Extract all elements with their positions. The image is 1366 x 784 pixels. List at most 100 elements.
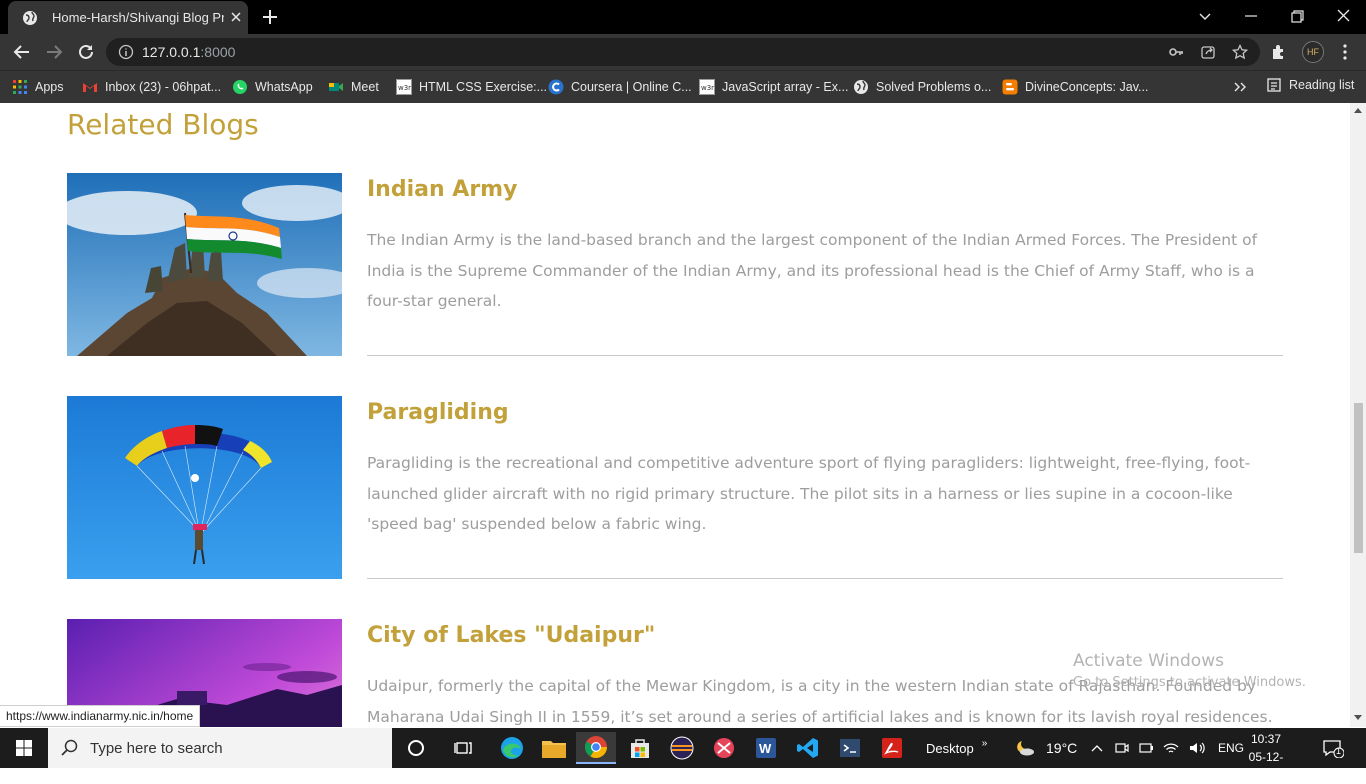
system-tray: ENG (1090, 728, 1244, 768)
post-title[interactable]: Paragliding (367, 400, 509, 425)
bookmark-label: DivineConcepts: Jav... (1025, 80, 1149, 94)
bookmark-divineconcepts[interactable]: DivineConcepts: Jav... (1002, 77, 1148, 97)
activate-windows-watermark: Activate Windows Go to Settings to activ… (1073, 651, 1306, 690)
address-bar[interactable]: 127.0.0.1:8000 (106, 38, 1260, 66)
forward-icon[interactable] (44, 42, 64, 62)
cortana-button[interactable] (396, 732, 436, 764)
vscode-app[interactable] (788, 732, 828, 764)
volume-icon[interactable] (1188, 740, 1206, 756)
word-app[interactable]: W (746, 732, 786, 764)
close-icon[interactable] (228, 9, 244, 25)
bookmark-label: WhatsApp (255, 80, 313, 94)
tab-search-icon[interactable] (1194, 6, 1216, 26)
scroll-down-icon[interactable] (1354, 715, 1362, 721)
task-view-icon (454, 742, 472, 754)
bookmarks-bar: Apps Inbox (23) - 06hpat... WhatsApp Mee… (0, 70, 1366, 103)
taskbar-search-box[interactable]: Type here to search (48, 728, 392, 768)
info-icon[interactable] (118, 44, 134, 60)
w3resource-icon: w3r (396, 79, 412, 95)
weather-temp: 19°C (1046, 740, 1078, 756)
whatsapp-icon (233, 80, 247, 94)
post-title[interactable]: Indian Army (367, 177, 517, 202)
chrome-icon (585, 736, 607, 758)
star-icon[interactable] (1232, 44, 1248, 60)
restore-icon[interactable] (1286, 6, 1308, 26)
vscode-icon (797, 738, 818, 758)
share-icon[interactable] (1200, 44, 1216, 60)
bookmark-meet[interactable]: Meet (328, 77, 379, 97)
scrollbar-thumb[interactable] (1354, 403, 1363, 553)
globe-icon (854, 80, 868, 94)
watermark-subtext: Go to Settings to activate Windows. (1073, 675, 1306, 690)
bookmark-label: HTML CSS Exercise:... (419, 80, 548, 94)
desktop-toolbar[interactable]: Desktop » (926, 728, 987, 768)
reload-icon[interactable] (76, 42, 96, 62)
weather-widget[interactable]: 19°C (1014, 728, 1077, 768)
snipping-tool-app[interactable] (704, 732, 744, 764)
apps-grid-icon (13, 80, 27, 94)
browser-tab[interactable]: Home-Harsh/Shivangi Blog Proje (8, 1, 248, 34)
globe-icon (23, 11, 37, 25)
tab-title: Home-Harsh/Shivangi Blog Proje (52, 10, 224, 25)
bookmark-html-css[interactable]: w3r HTML CSS Exercise:... (396, 77, 547, 97)
clock-time: 10:37 (1250, 732, 1282, 746)
post-description: The Indian Army is the land-based branch… (367, 231, 1258, 310)
notification-badge: 1 (1336, 746, 1342, 756)
w3resource-icon: w3r (699, 79, 715, 95)
back-icon[interactable] (12, 42, 32, 62)
extensions-icon[interactable] (1270, 43, 1288, 61)
acrobat-app[interactable] (872, 732, 912, 764)
svg-text:w3r: w3r (398, 84, 411, 92)
clock[interactable]: 10:37 05-12-2021 (1236, 730, 1296, 784)
tab-strip: Home-Harsh/Shivangi Blog Proje (0, 0, 1366, 34)
start-button[interactable] (0, 728, 48, 768)
profile-avatar[interactable]: HF (1302, 41, 1324, 63)
url-text[interactable]: 127.0.0.1:8000 (142, 44, 235, 60)
chevron-double-right-icon[interactable] (1232, 79, 1248, 95)
indian-army-image[interactable] (67, 173, 342, 356)
section-title: Related Blogs (67, 108, 259, 141)
vertical-scrollbar[interactable] (1350, 103, 1366, 727)
bookmark-gmail[interactable]: Inbox (23) - 06hpat... (82, 77, 221, 97)
bookmark-apps[interactable]: Apps (12, 77, 64, 97)
bookmark-coursera[interactable]: Coursera | Online C... (548, 77, 692, 97)
bookmark-label: JavaScript array - Ex... (722, 80, 849, 94)
svg-text:W: W (759, 741, 772, 756)
notification-center-button[interactable]: 1 (1322, 728, 1344, 768)
menu-kebab-icon[interactable] (1336, 43, 1354, 61)
word-icon: W (756, 738, 776, 758)
bookmark-label: Meet (351, 80, 379, 94)
scroll-up-icon[interactable] (1354, 107, 1362, 113)
key-icon[interactable] (1168, 44, 1184, 60)
eclipse-icon (670, 736, 694, 760)
file-explorer-app[interactable] (534, 732, 574, 764)
status-url-bubble: https://www.indianarmy.nic.in/home (0, 705, 201, 727)
cortana-circle-icon (408, 740, 424, 756)
new-tab-icon[interactable] (260, 7, 280, 27)
chevron-up-icon[interactable] (1090, 741, 1104, 755)
post-title[interactable]: City of Lakes "Udaipur" (367, 623, 655, 648)
paragliding-image[interactable] (67, 396, 342, 579)
minimize-icon[interactable] (1240, 6, 1262, 26)
bookmark-solved-problems[interactable]: Solved Problems o... (853, 77, 991, 97)
divider (367, 355, 1283, 356)
watermark-heading: Activate Windows (1073, 651, 1224, 671)
eclipse-app[interactable] (662, 732, 702, 764)
chrome-app[interactable] (576, 732, 616, 764)
meet-now-icon[interactable] (1114, 740, 1130, 756)
close-window-icon[interactable] (1332, 6, 1354, 26)
terminal-app[interactable] (830, 732, 870, 764)
edge-app[interactable] (492, 732, 532, 764)
bookmark-whatsapp[interactable]: WhatsApp (232, 77, 313, 97)
desktop-label: Desktop (926, 740, 974, 756)
bookmark-js-array[interactable]: w3r JavaScript array - Ex... (699, 77, 848, 97)
battery-icon[interactable] (1138, 740, 1154, 756)
windows-logo-icon (16, 740, 32, 756)
wifi-icon[interactable] (1162, 740, 1180, 756)
reading-list-button[interactable]: Reading list (1266, 77, 1354, 93)
task-view-button[interactable] (444, 732, 484, 764)
search-placeholder: Type here to search (90, 739, 223, 757)
gmail-icon (83, 83, 97, 92)
store-app[interactable] (620, 732, 660, 764)
windows-taskbar: Type here to search W Desktop » 19°C ENG… (0, 728, 1366, 782)
